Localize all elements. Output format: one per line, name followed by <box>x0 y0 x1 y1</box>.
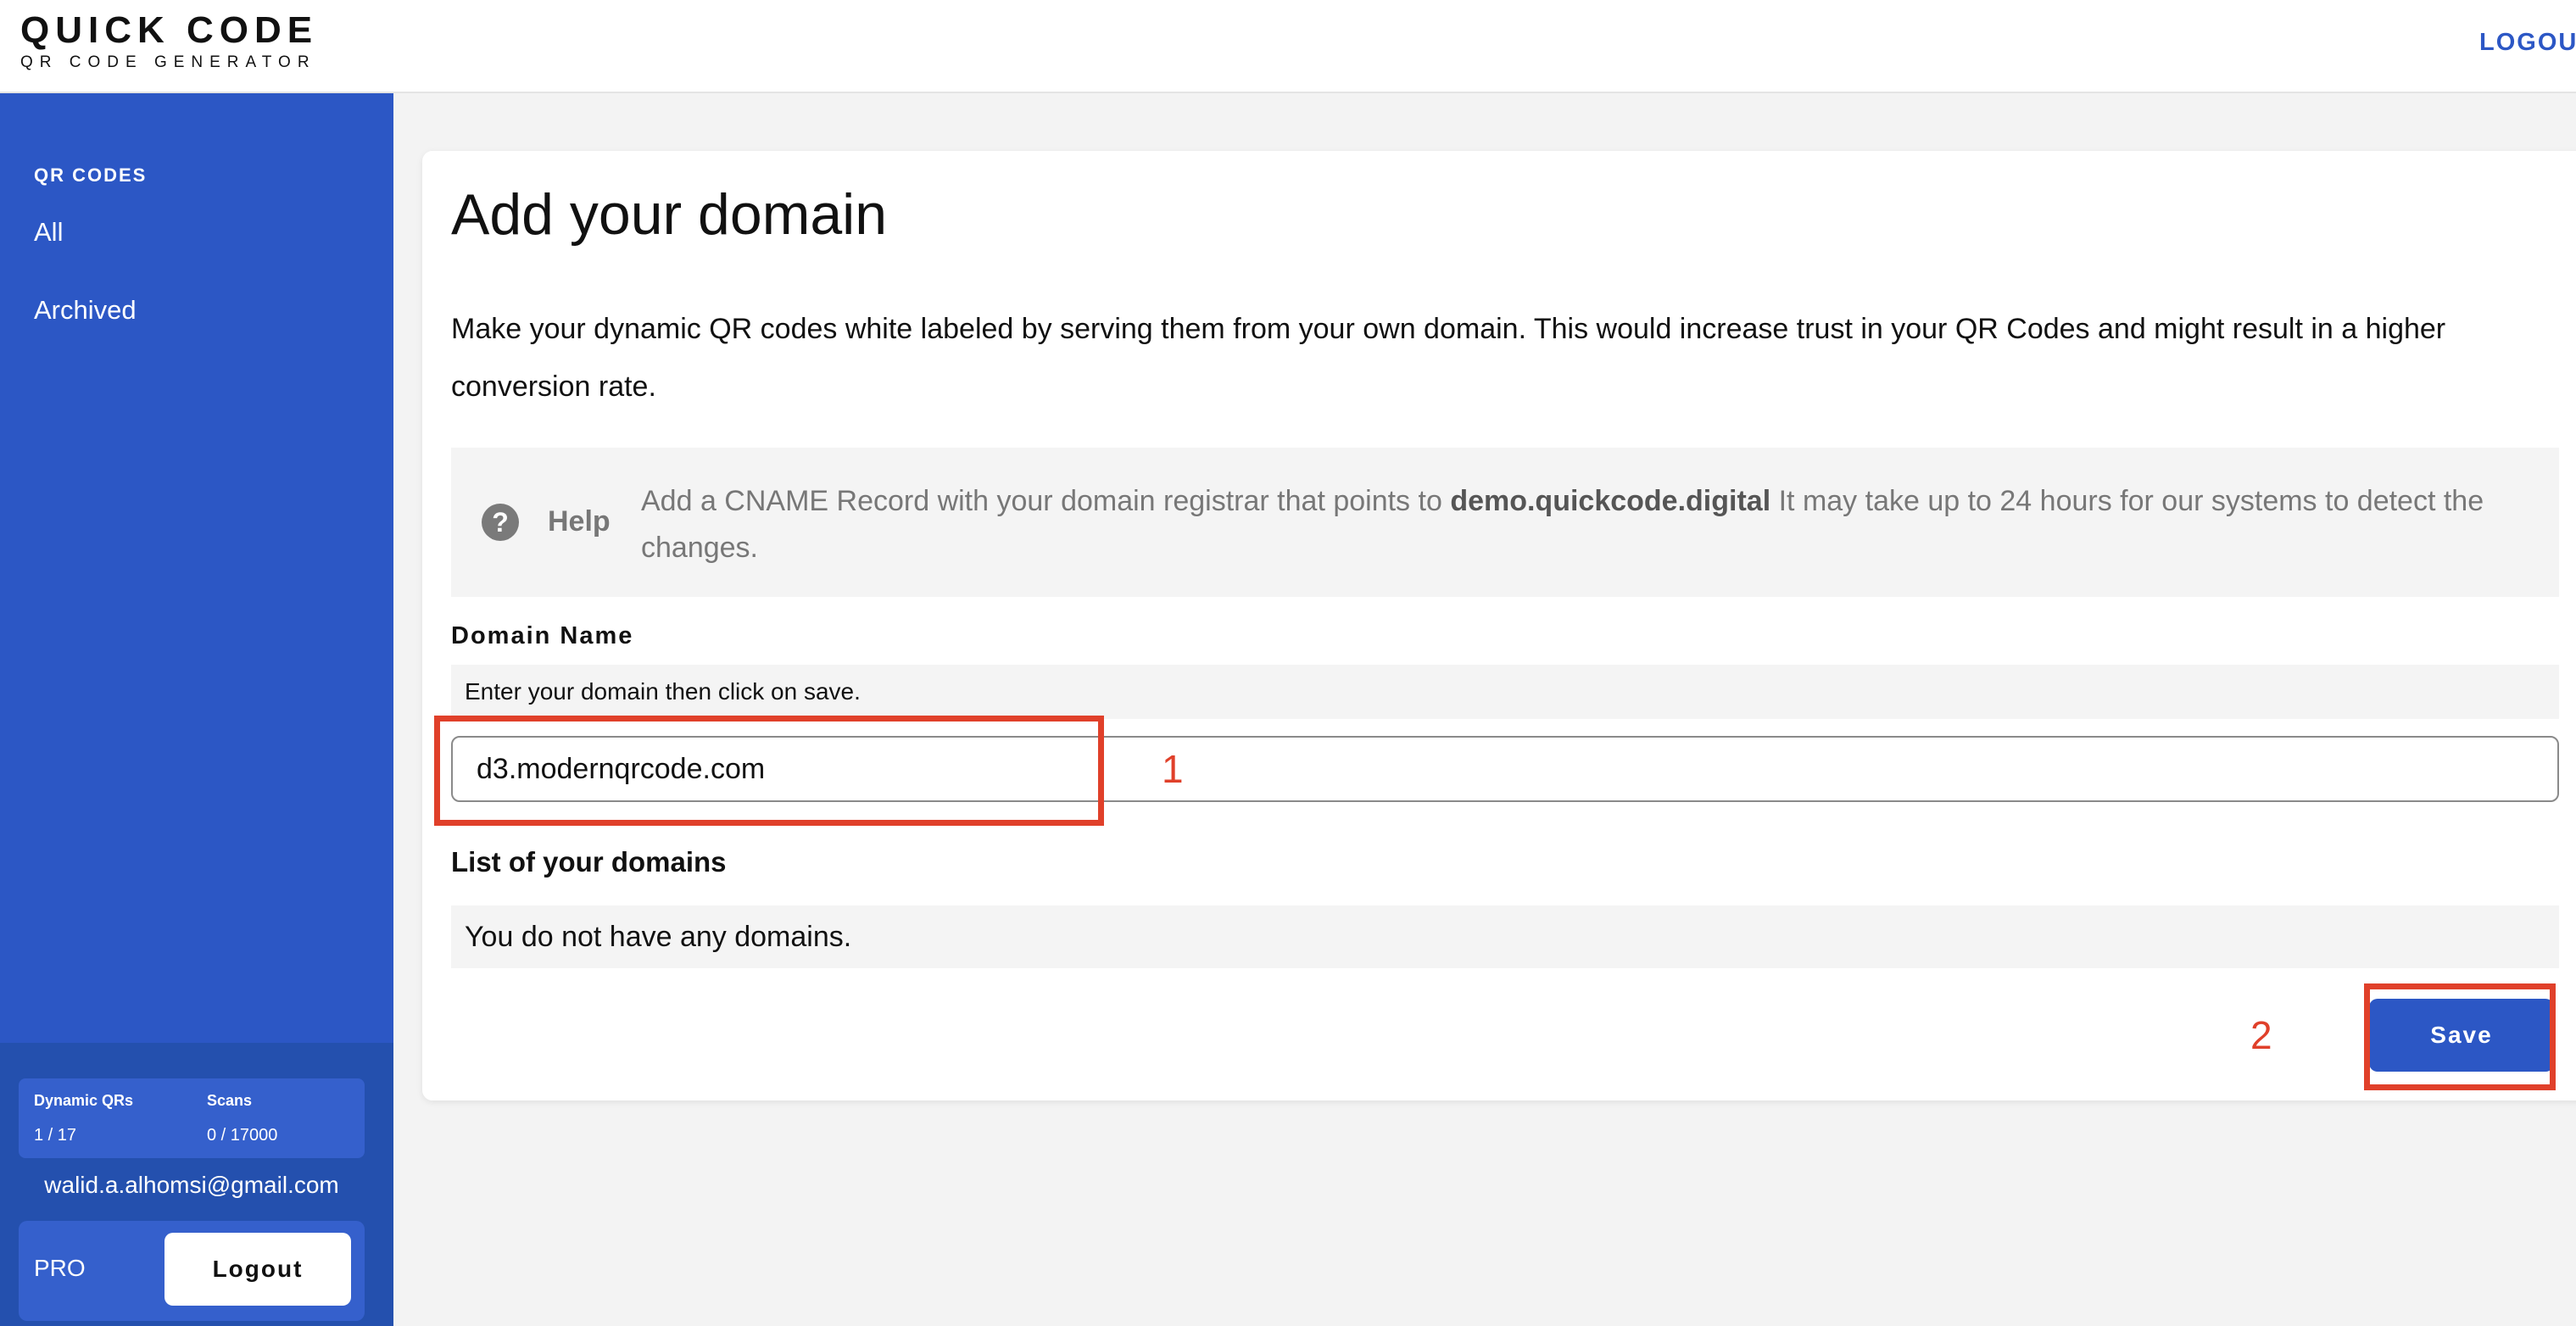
sidebar-footer: Dynamic QRs 1 / 17 Scans 0 / 17000 walid… <box>0 1043 393 1326</box>
help-box: ? Help Add a CNAME Record with your doma… <box>451 448 2559 597</box>
domain-name-label: Domain Name <box>451 622 634 649</box>
domain-name-input[interactable] <box>451 736 2559 802</box>
brand-title: QUICK CODE <box>20 9 319 51</box>
plan-badge: PRO <box>34 1255 86 1281</box>
domains-list-title: List of your domains <box>451 846 727 878</box>
scans-value: 0 / 17000 <box>207 1126 278 1145</box>
top-header: QUICK CODE QR CODE GENERATOR LOGOUT <box>0 0 2576 93</box>
brand-subtitle: QR CODE GENERATOR <box>20 53 316 71</box>
sidebar-item-all[interactable]: All <box>34 217 63 248</box>
user-email: walid.a.alhomsi@gmail.com <box>44 1172 339 1198</box>
add-domain-card: Add your domain Make your dynamic QR cod… <box>422 151 2576 1100</box>
scans-label: Scans <box>207 1092 253 1109</box>
intro-text: Make your dynamic QR codes white labeled… <box>451 313 2446 403</box>
help-label: Help <box>548 505 611 538</box>
dynamic-qrs-label: Dynamic QRs <box>34 1092 134 1109</box>
domain-name-hint: Enter your domain then click on save. <box>451 665 2559 719</box>
sidebar-section-title: QR CODES <box>34 164 148 186</box>
save-button[interactable]: Save <box>2369 999 2554 1072</box>
plan-box: PRO Logout <box>19 1221 365 1321</box>
question-circle-icon: ? <box>482 504 519 541</box>
header-logout-link[interactable]: LOGOUT <box>2479 29 2576 57</box>
dynamic-qrs-value: 1 / 17 <box>34 1126 77 1145</box>
brand-logo[interactable]: QUICK CODE QR CODE GENERATOR <box>20 10 318 73</box>
page-title: Add your domain <box>451 182 888 247</box>
annotation-step-2: 2 <box>2250 1013 2272 1057</box>
annotation-step-1: 1 <box>1162 747 1184 791</box>
sidebar-item-archived[interactable]: Archived <box>34 295 137 326</box>
cname-target-domain: demo.quickcode.digital <box>1450 485 1771 517</box>
help-text: Add a CNAME Record with your domain regi… <box>641 478 2540 571</box>
help-text-before: Add a CNAME Record with your domain regi… <box>641 485 1451 517</box>
sidebar: QR CODES All Archived Dynamic QRs 1 / 17… <box>0 93 393 1326</box>
sidebar-logout-button[interactable]: Logout <box>164 1233 351 1306</box>
usage-stats: Dynamic QRs 1 / 17 Scans 0 / 17000 <box>19 1078 365 1158</box>
domains-empty-state: You do not have any domains. <box>451 905 2559 968</box>
